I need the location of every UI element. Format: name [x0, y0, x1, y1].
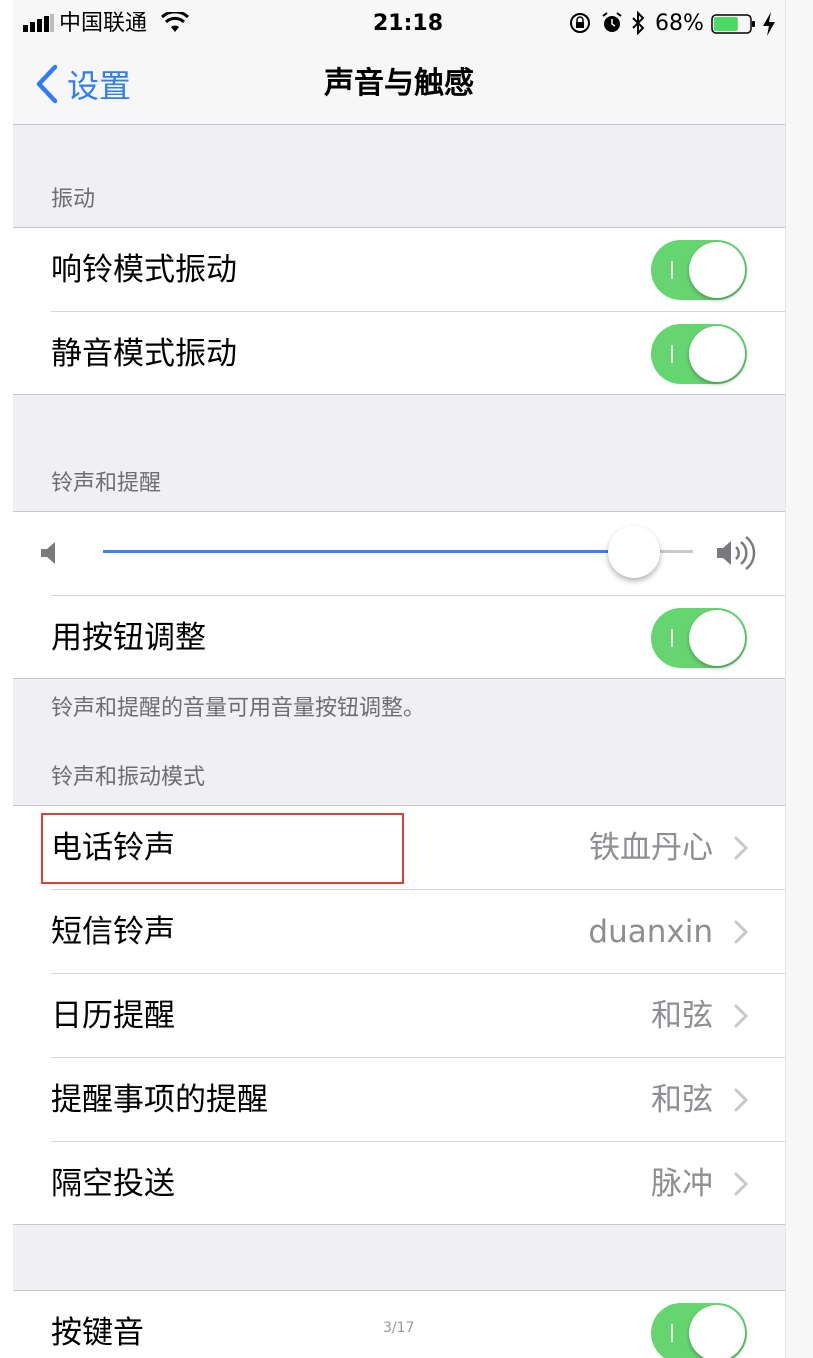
orientation-lock-icon	[570, 13, 590, 33]
volume-slider-row	[13, 512, 785, 596]
vibration-group: 响铃模式振动 静音模式振动	[13, 227, 785, 395]
reminder-alerts-label: 提醒事项的提醒	[51, 1082, 268, 1118]
bluetooth-icon	[632, 11, 645, 35]
section-header-patterns: 铃声和振动模式	[51, 765, 206, 790]
calendar-alerts-row[interactable]: 日历提醒 和弦	[13, 974, 785, 1058]
reminder-alerts-value: 和弦	[651, 1082, 713, 1118]
ringer-group: 用按钮调整	[13, 511, 785, 679]
alarm-icon	[602, 12, 622, 32]
chevron-right-icon	[734, 1004, 749, 1028]
wifi-icon	[161, 12, 189, 32]
airdrop-label: 隔空投送	[51, 1166, 175, 1202]
reminder-alerts-row[interactable]: 提醒事项的提醒 和弦	[13, 1058, 785, 1142]
navigation-bar: 设置 声音与触感	[13, 48, 785, 125]
ringer-footer-text: 铃声和提醒的音量可用音量按钮调整。	[51, 696, 426, 721]
battery-percent: 68%	[655, 11, 704, 36]
volume-low-icon	[41, 542, 55, 564]
change-with-buttons-label: 用按钮调整	[51, 620, 206, 656]
carrier-name: 中国联通	[59, 11, 148, 36]
charging-bolt-icon	[763, 12, 775, 36]
section-header-ringer: 铃声和提醒	[51, 471, 162, 496]
chevron-right-icon	[734, 920, 749, 944]
keyboard-clicks-toggle[interactable]	[651, 1303, 747, 1358]
chevron-right-icon	[734, 1088, 749, 1112]
silent-vibrate-label: 静音模式振动	[51, 336, 237, 372]
chevron-right-icon	[734, 836, 749, 860]
ring-vibrate-toggle[interactable]	[651, 240, 747, 300]
calendar-alerts-value: 和弦	[651, 998, 713, 1034]
phone-screen: 中国联通 21:18 68% 设置 声音与触感 振动 响铃模式振动 静音模式振动…	[13, 0, 785, 1358]
page-title: 声音与触感	[324, 66, 474, 101]
highlight-box	[41, 813, 404, 884]
ringtone-value: 铁血丹心	[589, 830, 713, 866]
text-tone-row[interactable]: 短信铃声 duanxin	[13, 890, 785, 974]
right-margin	[785, 0, 813, 1358]
status-time: 21:18	[373, 11, 444, 36]
volume-slider-thumb[interactable]	[608, 526, 660, 578]
silent-vibrate-row: 静音模式振动	[13, 312, 785, 396]
battery-icon	[711, 14, 755, 34]
calendar-alerts-label: 日历提醒	[51, 998, 175, 1034]
chevron-right-icon	[734, 1172, 749, 1196]
volume-slider-track-filled	[103, 550, 634, 553]
airdrop-value: 脉冲	[651, 1166, 713, 1202]
change-with-buttons-toggle[interactable]	[651, 608, 747, 668]
page-indicator: 3/17	[383, 1320, 415, 1336]
keyboard-clicks-label: 按键音	[51, 1315, 144, 1351]
status-bar: 中国联通 21:18 68%	[13, 0, 785, 48]
volume-high-icon	[717, 536, 756, 570]
section-header-vibration: 振动	[51, 187, 96, 212]
signal-icon	[23, 14, 54, 32]
ring-vibrate-label: 响铃模式振动	[51, 252, 237, 288]
text-tone-label: 短信铃声	[51, 914, 175, 950]
silent-vibrate-toggle[interactable]	[651, 324, 747, 384]
text-tone-value: duanxin	[588, 914, 713, 950]
change-with-buttons-row: 用按钮调整	[13, 596, 785, 680]
airdrop-row[interactable]: 隔空投送 脉冲	[13, 1142, 785, 1226]
ring-vibrate-row: 响铃模式振动	[13, 228, 785, 312]
